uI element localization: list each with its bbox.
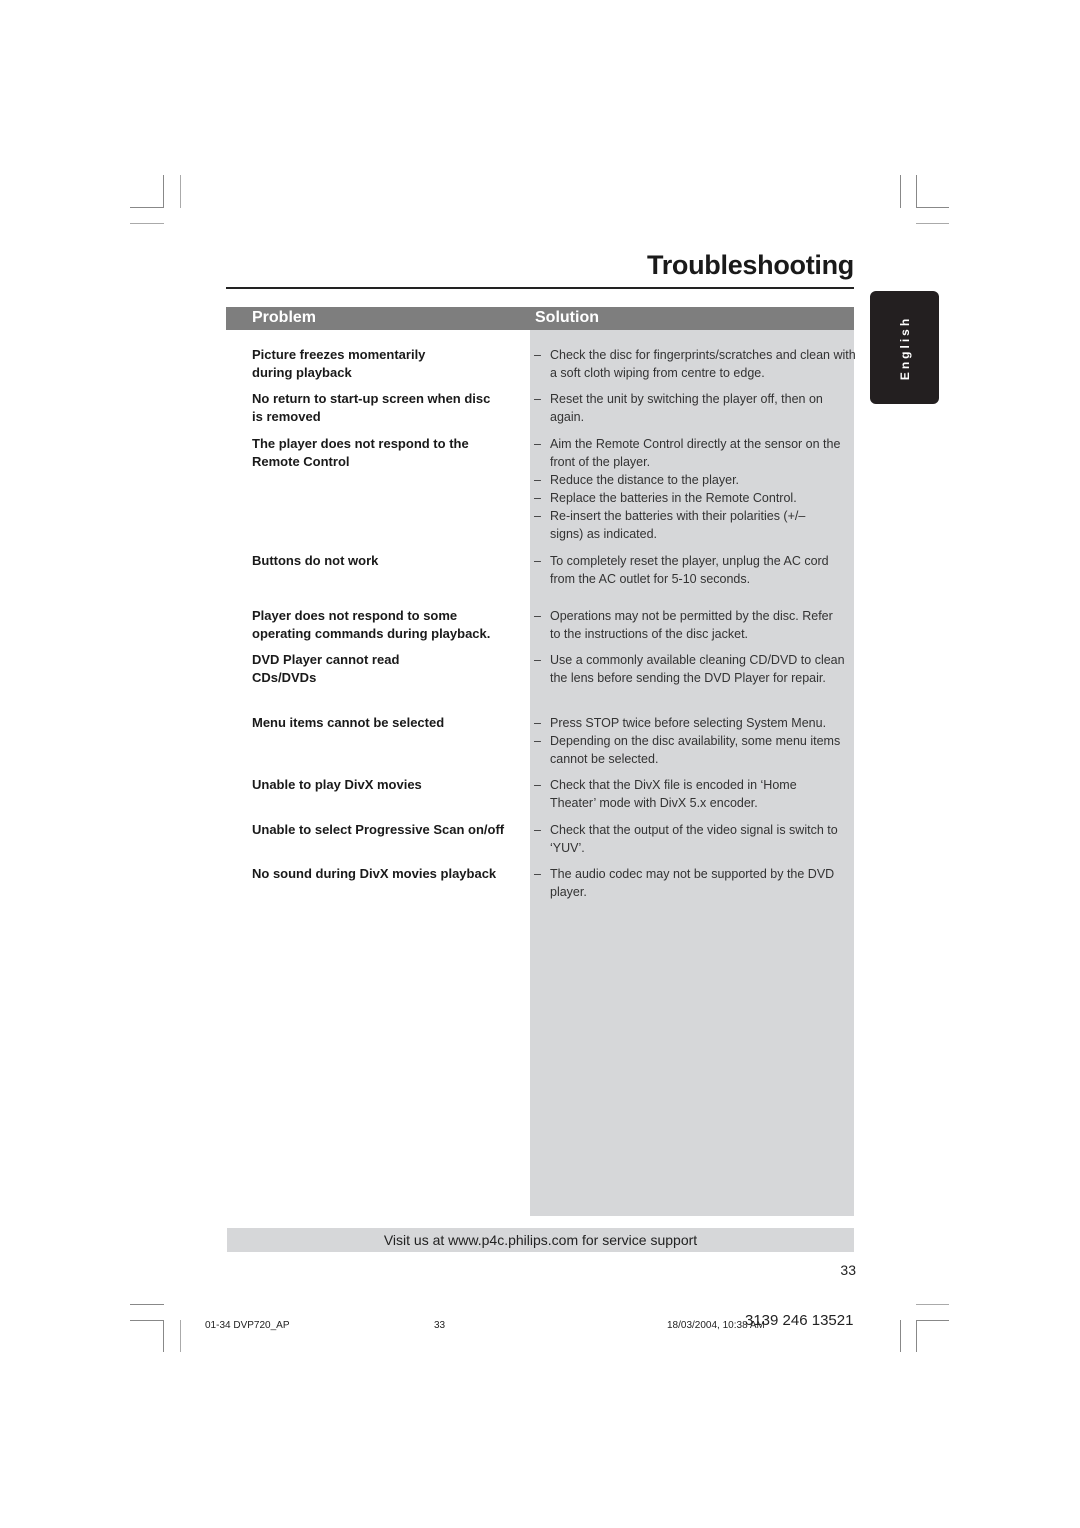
solution-column-header: Solution: [535, 309, 599, 326]
service-support-banner: Visit us at www.p4c.philips.com for serv…: [227, 1228, 854, 1252]
solution-item: – Press STOP twice before selecting Syste…: [534, 716, 827, 730]
solution-list: – The audio codec may not be supported by…: [534, 865, 856, 901]
solution-item: – Replace the batteries in the Remote Con…: [534, 491, 797, 505]
solution-list: – Use a commonly available cleaning CD/DV…: [534, 651, 856, 687]
crop-mark: [130, 1304, 164, 1305]
product-code: 3139 246 13521: [745, 1312, 854, 1329]
crop-mark: [130, 223, 164, 224]
solution-list: – To completely reset the player, unplug …: [534, 552, 856, 588]
problem-text: Menu items cannot be selected: [252, 715, 445, 730]
problem-text: Unable to select Progressive Scan on/off: [252, 822, 505, 837]
solution-list: – Check that the output of the video sign…: [534, 821, 856, 857]
solution-item: – Check that the output of the video sign…: [534, 823, 838, 855]
crop-mark: [900, 1320, 901, 1352]
solution-item: – Check the disc for fingerprints/scratch…: [534, 348, 856, 380]
crop-mark: [916, 1320, 949, 1321]
solution-list: – Reset the unit by switching the player …: [534, 390, 856, 426]
crop-mark: [163, 1320, 164, 1352]
solution-item: – Check that the DivX file is encoded in …: [534, 778, 797, 810]
page-title: Troubleshooting: [647, 250, 854, 280]
crop-mark: [180, 1320, 181, 1352]
language-tab: English: [870, 291, 939, 404]
crop-mark: [916, 1304, 949, 1305]
problem-text: DVD Player cannot read CDs/DVDs: [252, 652, 400, 685]
solution-item: – Re-insert the batteries with their pola…: [534, 509, 806, 541]
table-header: Problem Solution: [226, 307, 854, 330]
problem-text: Buttons do not work: [252, 553, 379, 568]
solution-item: – Depending on the disc availability, som…: [534, 734, 841, 766]
title-divider: [226, 287, 854, 289]
problem-column-header: Problem: [252, 309, 317, 326]
page-number: 33: [840, 1262, 856, 1278]
problem-text: The player does not respond to the Remot…: [252, 436, 469, 469]
crop-mark: [130, 207, 164, 208]
solution-item: – To completely reset the player, unplug …: [534, 554, 829, 586]
crop-mark: [916, 1320, 917, 1352]
crop-mark: [916, 207, 949, 208]
solution-list: – Operations may not be permitted by the …: [534, 607, 856, 643]
crop-mark: [900, 175, 901, 208]
crop-mark: [130, 1320, 164, 1321]
problem-text: Player does not respond to some operatin…: [252, 608, 491, 641]
solution-list: – Aim the Remote Control directly at the …: [534, 435, 856, 543]
language-tab-label: English: [897, 315, 912, 380]
print-slug-file: 01-34 DVP720_AP: [205, 1320, 290, 1331]
solution-item: – Use a commonly available cleaning CD/DV…: [534, 653, 845, 685]
solution-item: – Operations may not be permitted by the …: [534, 609, 833, 641]
problem-text: No return to start-up screen when disc i…: [252, 391, 491, 424]
crop-mark: [916, 175, 917, 208]
crop-mark: [180, 175, 181, 208]
solution-item: – Reduce the distance to the player.: [534, 473, 740, 487]
solution-item: – Reset the unit by switching the player …: [534, 392, 823, 424]
crop-mark: [163, 175, 164, 208]
solution-list: – Check the disc for fingerprints/scratch…: [534, 346, 856, 382]
crop-mark: [916, 223, 949, 224]
print-slug-page: 33: [434, 1320, 446, 1331]
solution-list: – Check that the DivX file is encoded in …: [534, 776, 856, 812]
problem-text: Unable to play DivX movies: [252, 777, 422, 792]
solution-item: – Aim the Remote Control directly at the …: [534, 437, 841, 469]
solution-item: – The audio codec may not be supported by…: [534, 867, 835, 899]
problem-text: Picture freezes momentarily during playb…: [252, 347, 426, 380]
solution-list: – Press STOP twice before selecting Syste…: [534, 714, 856, 768]
problem-text: No sound during DivX movies playback: [252, 866, 497, 881]
